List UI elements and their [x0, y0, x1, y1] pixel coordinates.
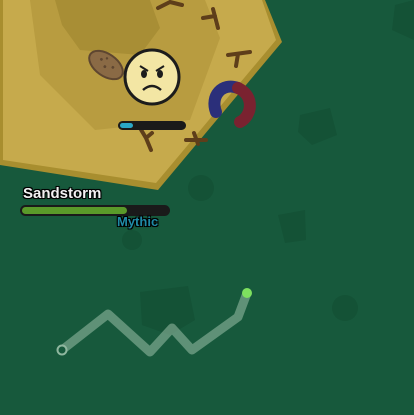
player-health-bar — [118, 121, 186, 130]
mob-rarity-label: Mythic — [117, 214, 159, 229]
mob-health-fill — [22, 207, 128, 214]
mob-name-label: Sandstorm — [23, 185, 102, 202]
angry-face — [123, 48, 181, 106]
player-health-fill — [120, 123, 133, 128]
